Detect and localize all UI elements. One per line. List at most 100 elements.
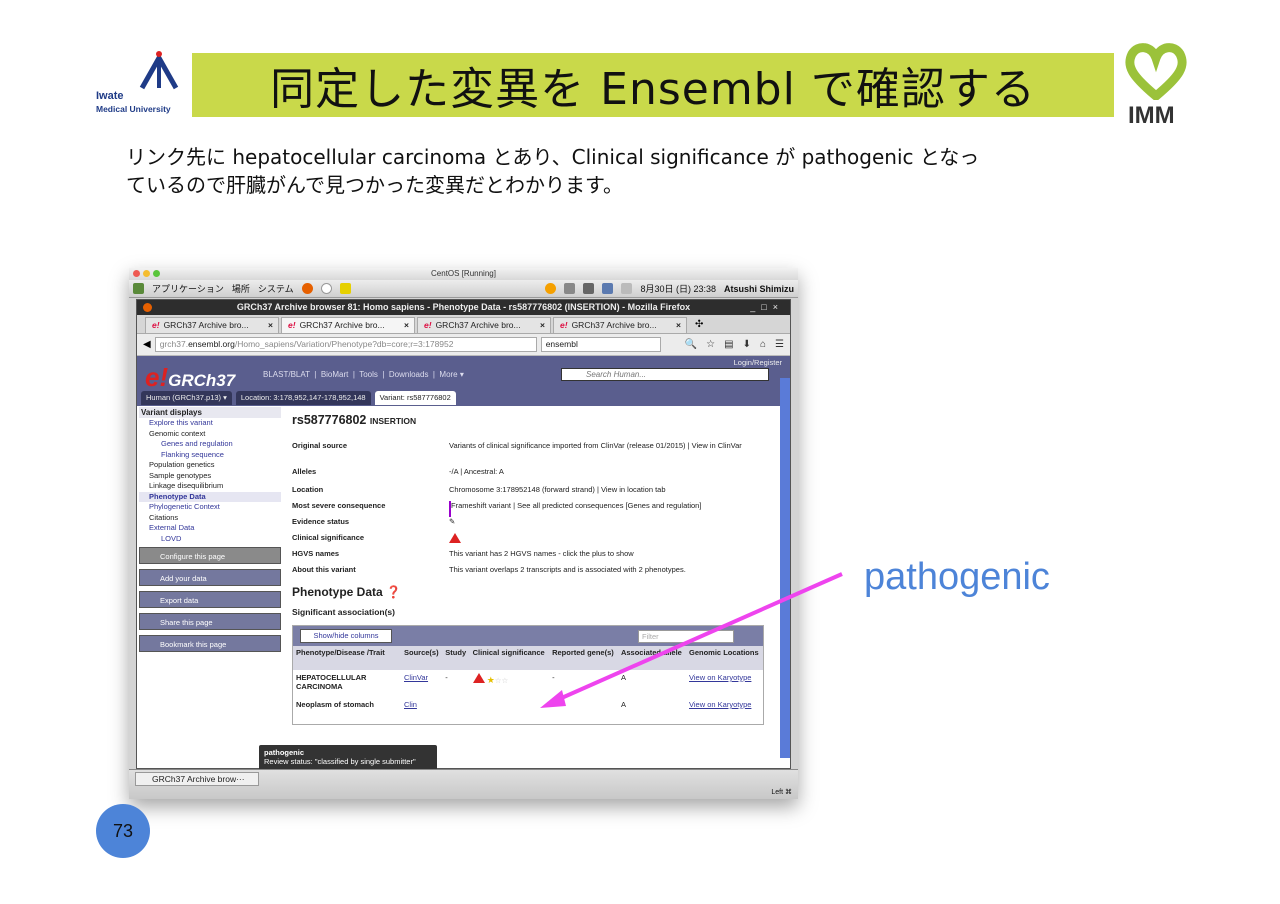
species-tab[interactable]: Human (GRCh37.p13) ▾ — [141, 391, 232, 405]
iwate-logo-line1: Iwate — [96, 90, 124, 102]
bookmark-star-icon[interactable]: ☆ — [706, 339, 715, 350]
home-icon[interactable]: ⌂ — [760, 339, 766, 350]
karyotype-link[interactable]: View on Karyotype — [686, 670, 763, 697]
column-header[interactable]: Clinical significance — [469, 646, 550, 670]
column-header[interactable]: Study — [442, 646, 470, 670]
karyotype-link[interactable]: View on Karyotype — [686, 697, 763, 724]
sidebar-item[interactable]: LOVD — [139, 534, 281, 545]
display-icon[interactable] — [602, 283, 614, 294]
column-header[interactable]: Reported gene(s) — [549, 646, 618, 670]
browser-tab-active[interactable]: e! GRCh37 Archive bro... × — [281, 317, 415, 333]
vertical-scrollbar[interactable] — [780, 378, 790, 758]
sidebar-item[interactable]: Phylogenetic Context — [139, 502, 281, 513]
mail-launcher-icon[interactable] — [320, 283, 332, 294]
search-engine-box[interactable]: ensembl — [540, 337, 661, 352]
summary-value: Chromosome 3:178952148 (forward strand) … — [449, 485, 666, 494]
tab-close-icon[interactable]: × — [268, 318, 273, 333]
sidebar-item[interactable]: Flanking sequence — [139, 450, 281, 461]
browser-tab[interactable]: e! GRCh37 Archive bro... × — [417, 317, 551, 333]
clock[interactable]: 8月30日 (日) 23:38 — [640, 282, 716, 295]
notes-launcher-icon[interactable] — [339, 283, 351, 294]
variant-tab[interactable]: Variant: rs587776802 — [374, 391, 456, 405]
update-icon[interactable] — [545, 283, 557, 294]
share-page-button[interactable]: Share this page — [139, 613, 281, 630]
source-link[interactable]: Clin — [401, 697, 442, 724]
slide-title: 同定した変異を Ensembl で確認する — [270, 64, 1036, 115]
ensembl-logo[interactable]: e!GRCh37 — [145, 362, 235, 393]
menu-tools[interactable]: Tools — [359, 370, 378, 379]
sidebar-item[interactable]: Genes and regulation — [139, 439, 281, 450]
url-bar[interactable]: grch37.ensembl.org/Homo_sapiens/Variatio… — [154, 337, 537, 352]
binoculars-icon[interactable]: 🔍 — [685, 339, 697, 350]
menu-icon[interactable]: ☰ — [775, 339, 784, 350]
reading-list-icon[interactable]: ▤ — [724, 339, 733, 350]
gnome-foot-icon — [133, 283, 144, 294]
volume-icon[interactable] — [583, 283, 595, 294]
ensembl-search-input[interactable]: Search Human... — [561, 368, 769, 381]
url-path: /Homo_sapiens/Variation/Phenotype?db=cor… — [234, 339, 454, 349]
description-line-2: ているので肝臓がんで見つかった変異だとわかります。 — [126, 173, 623, 197]
menu-system[interactable]: システム — [258, 282, 294, 295]
help-icon[interactable]: ❓ — [386, 585, 401, 599]
column-header[interactable]: Source(s) — [401, 646, 443, 670]
column-header[interactable]: Genomic Locations — [686, 646, 763, 670]
vm-title: CentOS [Running] — [431, 269, 496, 278]
zoom-icon[interactable] — [153, 270, 160, 277]
assoc-title: Significant association(s) — [292, 607, 395, 617]
close-icon[interactable] — [133, 270, 140, 277]
summary-key: HGVS names — [292, 549, 340, 558]
sidebar-item[interactable]: Genomic context — [139, 429, 281, 440]
login-register-link[interactable]: Login/Register — [734, 358, 782, 367]
source-link[interactable]: ClinVar — [401, 670, 442, 697]
minimize-icon[interactable] — [143, 270, 150, 277]
download-icon[interactable]: ⬇ — [743, 339, 751, 350]
tab-close-icon[interactable]: × — [540, 318, 545, 333]
menu-more[interactable]: More ▾ — [439, 370, 463, 379]
summary-value: This variant overlaps 2 transcripts and … — [449, 565, 686, 574]
browser-tab[interactable]: e! GRCh37 Archive bro... × — [553, 317, 687, 333]
location-tab[interactable]: Location: 3:178,952,147-178,952,148 — [235, 391, 371, 405]
menu-downloads[interactable]: Downloads — [389, 370, 429, 379]
page-number: 73 — [96, 804, 150, 858]
add-data-button[interactable]: Add your data — [139, 569, 281, 586]
tab-close-icon[interactable]: × — [404, 318, 409, 333]
sidebar-item[interactable]: Citations — [139, 513, 281, 524]
column-header[interactable]: Phenotype/Disease /Trait — [293, 646, 401, 670]
sidebar-item[interactable]: Sample genotypes — [139, 471, 281, 482]
menu-applications[interactable]: アプリケーション — [152, 282, 224, 295]
show-hide-columns-button[interactable]: Show/hide columns — [300, 629, 392, 643]
sidebar-item[interactable]: Population genetics — [139, 460, 281, 471]
menu-blast[interactable]: BLAST/BLAT — [263, 370, 310, 379]
menu-places[interactable]: 場所 — [232, 282, 250, 295]
export-data-button[interactable]: Export data — [139, 591, 281, 608]
browser-tab[interactable]: e! GRCh37 Archive bro... × — [145, 317, 279, 333]
new-tab-icon[interactable]: ✣ — [689, 317, 709, 333]
configure-page-button[interactable]: Configure this page — [139, 547, 281, 564]
firefox-launcher-icon[interactable] — [301, 283, 313, 294]
filter-input[interactable]: Filter — [638, 630, 734, 643]
sidebar-item[interactable]: External Data — [139, 523, 281, 534]
table-toolbar: Show/hide columns Filter — [293, 626, 763, 646]
back-icon[interactable]: ◀ — [143, 339, 151, 350]
network-icon[interactable] — [564, 283, 576, 294]
window-buttons[interactable]: _□× — [750, 300, 784, 315]
ensembl-favicon-icon: e! — [424, 320, 432, 330]
imm-logo-text: IMM — [1128, 102, 1175, 129]
search-engine-value: ensembl — [545, 339, 578, 349]
iwate-logo: Iwate Medical University — [96, 50, 186, 120]
pathogenic-warning-icon[interactable] — [472, 673, 485, 683]
sidebar-item[interactable]: Explore this variant — [139, 418, 281, 429]
summary-value: Variants of clinical significance import… — [449, 441, 742, 450]
battery-icon[interactable] — [621, 283, 633, 294]
taskbar-item[interactable]: GRCh37 Archive brow··· — [135, 772, 259, 786]
tab-close-icon[interactable]: × — [676, 318, 681, 333]
window-controls[interactable] — [133, 270, 160, 277]
column-header[interactable]: Associated allele — [617, 646, 687, 670]
ensembl-logo-text: GRCh37 — [168, 371, 236, 390]
bookmark-page-button[interactable]: Bookmark this page — [139, 635, 281, 652]
sidebar-item-phenotype-data[interactable]: Phenotype Data — [139, 491, 281, 502]
sidebar-item[interactable]: Linkage disequilibrium — [139, 481, 281, 492]
menu-biomart[interactable]: BioMart — [321, 370, 349, 379]
summary-value: -/A | Ancestral: A — [449, 467, 504, 476]
user-name[interactable]: Atsushi Shimizu — [724, 284, 794, 294]
